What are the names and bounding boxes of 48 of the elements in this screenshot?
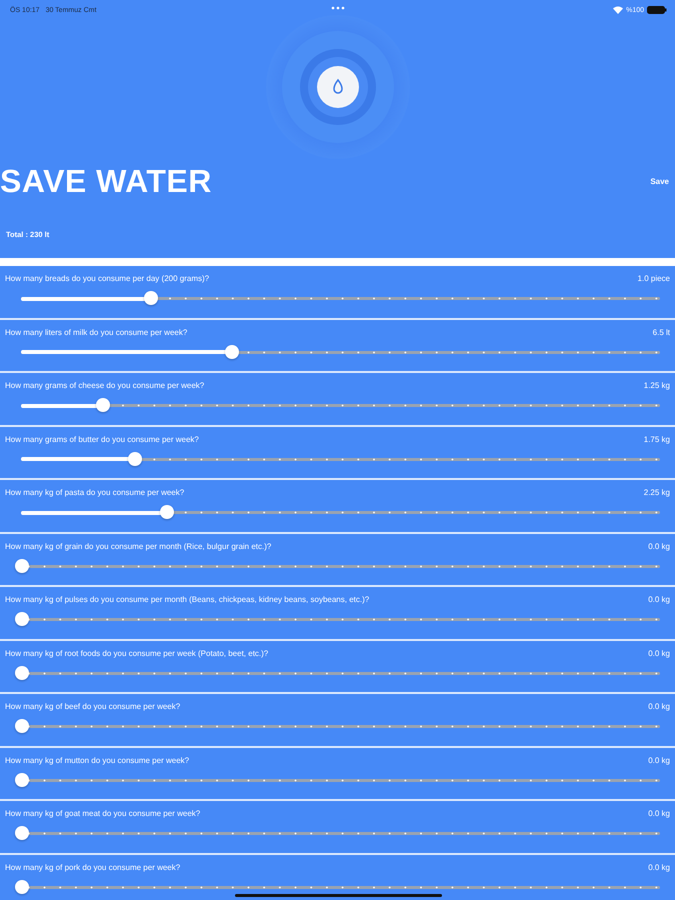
slider[interactable]	[15, 719, 660, 733]
slider-thumb[interactable]	[128, 452, 142, 466]
value-reading: 0.0 kg	[648, 756, 670, 764]
slider-thumb[interactable]	[15, 558, 29, 572]
slider-thumb[interactable]	[15, 719, 29, 733]
slider[interactable]	[15, 612, 660, 626]
question-label: How many kg of pulses do you consume per month (Beans, chickpeas, kidney beans, soybeans, etc.)?	[5, 595, 370, 604]
question-label: How many liters of milk do you consume per week?	[5, 328, 188, 336]
slider[interactable]	[15, 880, 660, 894]
slider-thumb[interactable]	[15, 612, 29, 626]
slider-thumb[interactable]	[96, 398, 110, 412]
wifi-icon	[613, 6, 624, 14]
save-button[interactable]: Save	[646, 175, 673, 188]
question-label: How many kg of pork do you consume per week?	[5, 862, 180, 872]
value-reading: 6.5 lt	[652, 328, 670, 336]
value-reading: 0.0 kg	[648, 702, 670, 711]
battery-icon	[647, 6, 667, 14]
slider-thumb[interactable]	[224, 344, 239, 358]
value-reading: 2.25 kg	[644, 488, 670, 497]
question-label: How many kg of pasta do you consume per week?	[5, 488, 184, 497]
slider-thumb[interactable]	[144, 291, 158, 305]
slider[interactable]	[15, 772, 660, 786]
question-label: How many kg of mutton do you consume per week?	[5, 756, 190, 764]
multitask-dots-icon[interactable]	[331, 6, 345, 10]
question-label: How many grams of cheese do you consume per week?	[5, 381, 204, 390]
question-label: How many breads do you consume per day (200 grams)?	[5, 274, 210, 283]
value-reading: 1.75 kg	[644, 434, 670, 444]
app-title: SAVE WATER	[0, 163, 212, 200]
slider-thumb[interactable]	[15, 880, 29, 894]
value-reading: 1.0 piece	[638, 274, 670, 283]
value-reading: 0.0 kg	[648, 862, 670, 872]
slider-thumb[interactable]	[160, 505, 174, 519]
slider[interactable]	[15, 558, 660, 572]
question-label: How many kg of grain do you consume per month (Rice, bulgur grain etc.)?	[5, 542, 272, 550]
slider[interactable]	[15, 666, 660, 680]
value-reading: 0.0 kg	[648, 648, 670, 658]
value-reading: 1.25 kg	[644, 381, 670, 390]
slider[interactable]	[15, 826, 660, 840]
slider-thumb[interactable]	[15, 826, 29, 840]
value-reading: 0.0 kg	[648, 809, 670, 818]
value-reading: 0.0 kg	[648, 542, 670, 550]
question-label: How many grams of butter do you consume per week?	[5, 434, 199, 444]
question-label: How many kg of beef do you consume per week?	[5, 702, 180, 711]
question-label: How many kg of root foods do you consume per week (Potato, beet, etc.)?	[5, 648, 268, 658]
value-reading: 0.0 kg	[648, 595, 670, 604]
question-label: How many kg of goat meat do you consume per week?	[5, 809, 200, 818]
slider-thumb[interactable]	[15, 772, 29, 786]
slider-thumb[interactable]	[15, 666, 29, 680]
